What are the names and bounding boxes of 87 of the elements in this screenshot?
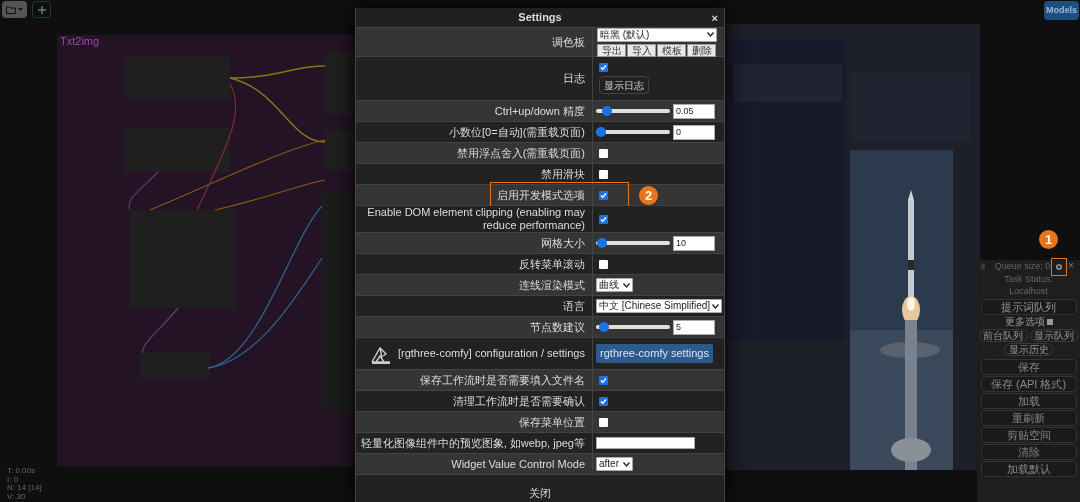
show-log-button[interactable]: 显示日志 [599,76,649,94]
close-dialog-button[interactable]: 关闭 [356,484,724,502]
setting-label: 反转菜单滚动 [519,257,585,271]
text-field[interactable] [596,437,695,449]
caret-icon [623,461,630,467]
select-dropdown[interactable]: 中文 [Chinese Simplified] [596,299,723,313]
plus-icon [37,5,46,14]
models-button[interactable]: Models [1044,1,1079,20]
checkbox[interactable] [599,190,608,200]
menu-button[interactable]: 加载 [980,393,1077,409]
setting-label: 连线渲染模式 [519,278,585,292]
checkbox[interactable] [599,214,608,224]
setting-label: Enable DOM element clipping (enabling may reduce performance) [366,206,585,232]
palette-button[interactable]: 导出 [597,43,626,57]
slider-thumb[interactable] [596,127,606,137]
caret-icon [623,282,630,288]
node-card [140,353,210,378]
task-status-text: Task Status: [1004,274,1053,285]
setting-label: 调色板 [552,35,585,49]
host-text: Localhost [1009,285,1048,297]
setting-label: 语言 [563,299,585,313]
checkbox[interactable] [599,375,608,385]
highlight-frame [1051,258,1067,276]
setting-label: 节点数建议 [530,320,585,334]
palette-button[interactable]: 模板 [657,43,686,57]
stats-text: T: 0.00s [7,467,36,476]
checkbox[interactable] [599,417,608,427]
setting-label: 日志 [563,72,585,85]
menu-button[interactable]: 保存 (API 格式) [980,376,1077,392]
setting-label: 启用开发模式选项 [497,188,585,202]
checkbox[interactable] [599,169,608,179]
menu-button[interactable]: 加载默认 [980,461,1077,477]
group-title: Txt2img [60,35,100,47]
number-field[interactable]: 10 [673,235,715,251]
setting-label: [rgthree-comfy] configuration / settings [397,347,585,360]
palette-button[interactable]: 删除 [687,43,716,57]
checkbox[interactable] [599,148,608,158]
stats-text: V: 30 [7,492,27,501]
step-badge: 1 [1039,230,1058,249]
select-dropdown[interactable]: 曲线 [596,278,633,292]
setting-label: Ctrl+up/down 精度 [494,104,585,118]
number-field[interactable]: 5 [673,319,715,335]
slider-thumb[interactable] [599,322,610,332]
setting-label: Widget Value Control Mode [451,457,585,471]
step-badge: 2 [639,186,658,205]
setting-label: 保存菜单位置 [519,415,585,429]
slider[interactable] [596,241,670,245]
setting-label: 禁用滑块 [541,167,585,181]
folder-icon [6,5,16,14]
select-dropdown[interactable]: after [596,457,633,471]
number-field[interactable]: 0.05 [673,103,715,119]
queue-prompt-button[interactable]: 提示词队列 [980,299,1077,315]
number-field[interactable]: 0 [673,124,715,140]
dialog-title: Settings [518,10,562,26]
stats-text: N: 14 [14] [7,484,42,493]
caret-icon [18,8,23,11]
setting-label: 小数位[0=自动](需重载页面) [449,125,585,139]
menu-button[interactable]: 保存 [980,359,1077,375]
checkbox[interactable] [599,396,608,406]
checkbox[interactable] [599,63,608,72]
setting-label: 保存工作流时是否需要填入文件名 [420,373,585,387]
menu-button[interactable]: 重刷新 [980,410,1077,426]
palette-button[interactable]: 导入 [627,43,656,57]
menu-button[interactable]: 清除 [980,444,1077,460]
setting-label: 网格大小 [541,236,585,250]
close-button[interactable]: × [1068,260,1074,272]
more-options-label: 更多选项 [1004,316,1045,328]
close-button[interactable]: × [711,11,718,25]
rgthree-settings-button[interactable]: rgthree-comfy settings [596,344,713,363]
checkbox[interactable] [599,259,608,269]
menu-button[interactable]: 剪贴空间 [980,427,1077,443]
caret-icon [712,303,720,309]
slider[interactable] [596,130,670,134]
slider-thumb[interactable] [597,238,608,248]
setting-label: 禁用浮点舍入(需重载页面) [456,146,585,160]
queue-size-text: Queue size: 0 [994,260,1051,274]
link-wire [142,307,179,354]
setting-label: 清理工作流时是否需要确认 [453,394,585,408]
slider-thumb[interactable] [602,106,613,116]
slider[interactable] [596,325,670,329]
folder-menu-button[interactable] [2,1,27,18]
add-tab-button[interactable] [32,1,51,18]
checkbox[interactable] [1046,319,1053,325]
caret-icon [707,32,714,37]
settings-icon[interactable] [1055,263,1063,271]
slider[interactable] [596,109,670,113]
setting-label: 轻量化图像组件中的预览图象, 如webp, jpeg等 [360,436,585,450]
